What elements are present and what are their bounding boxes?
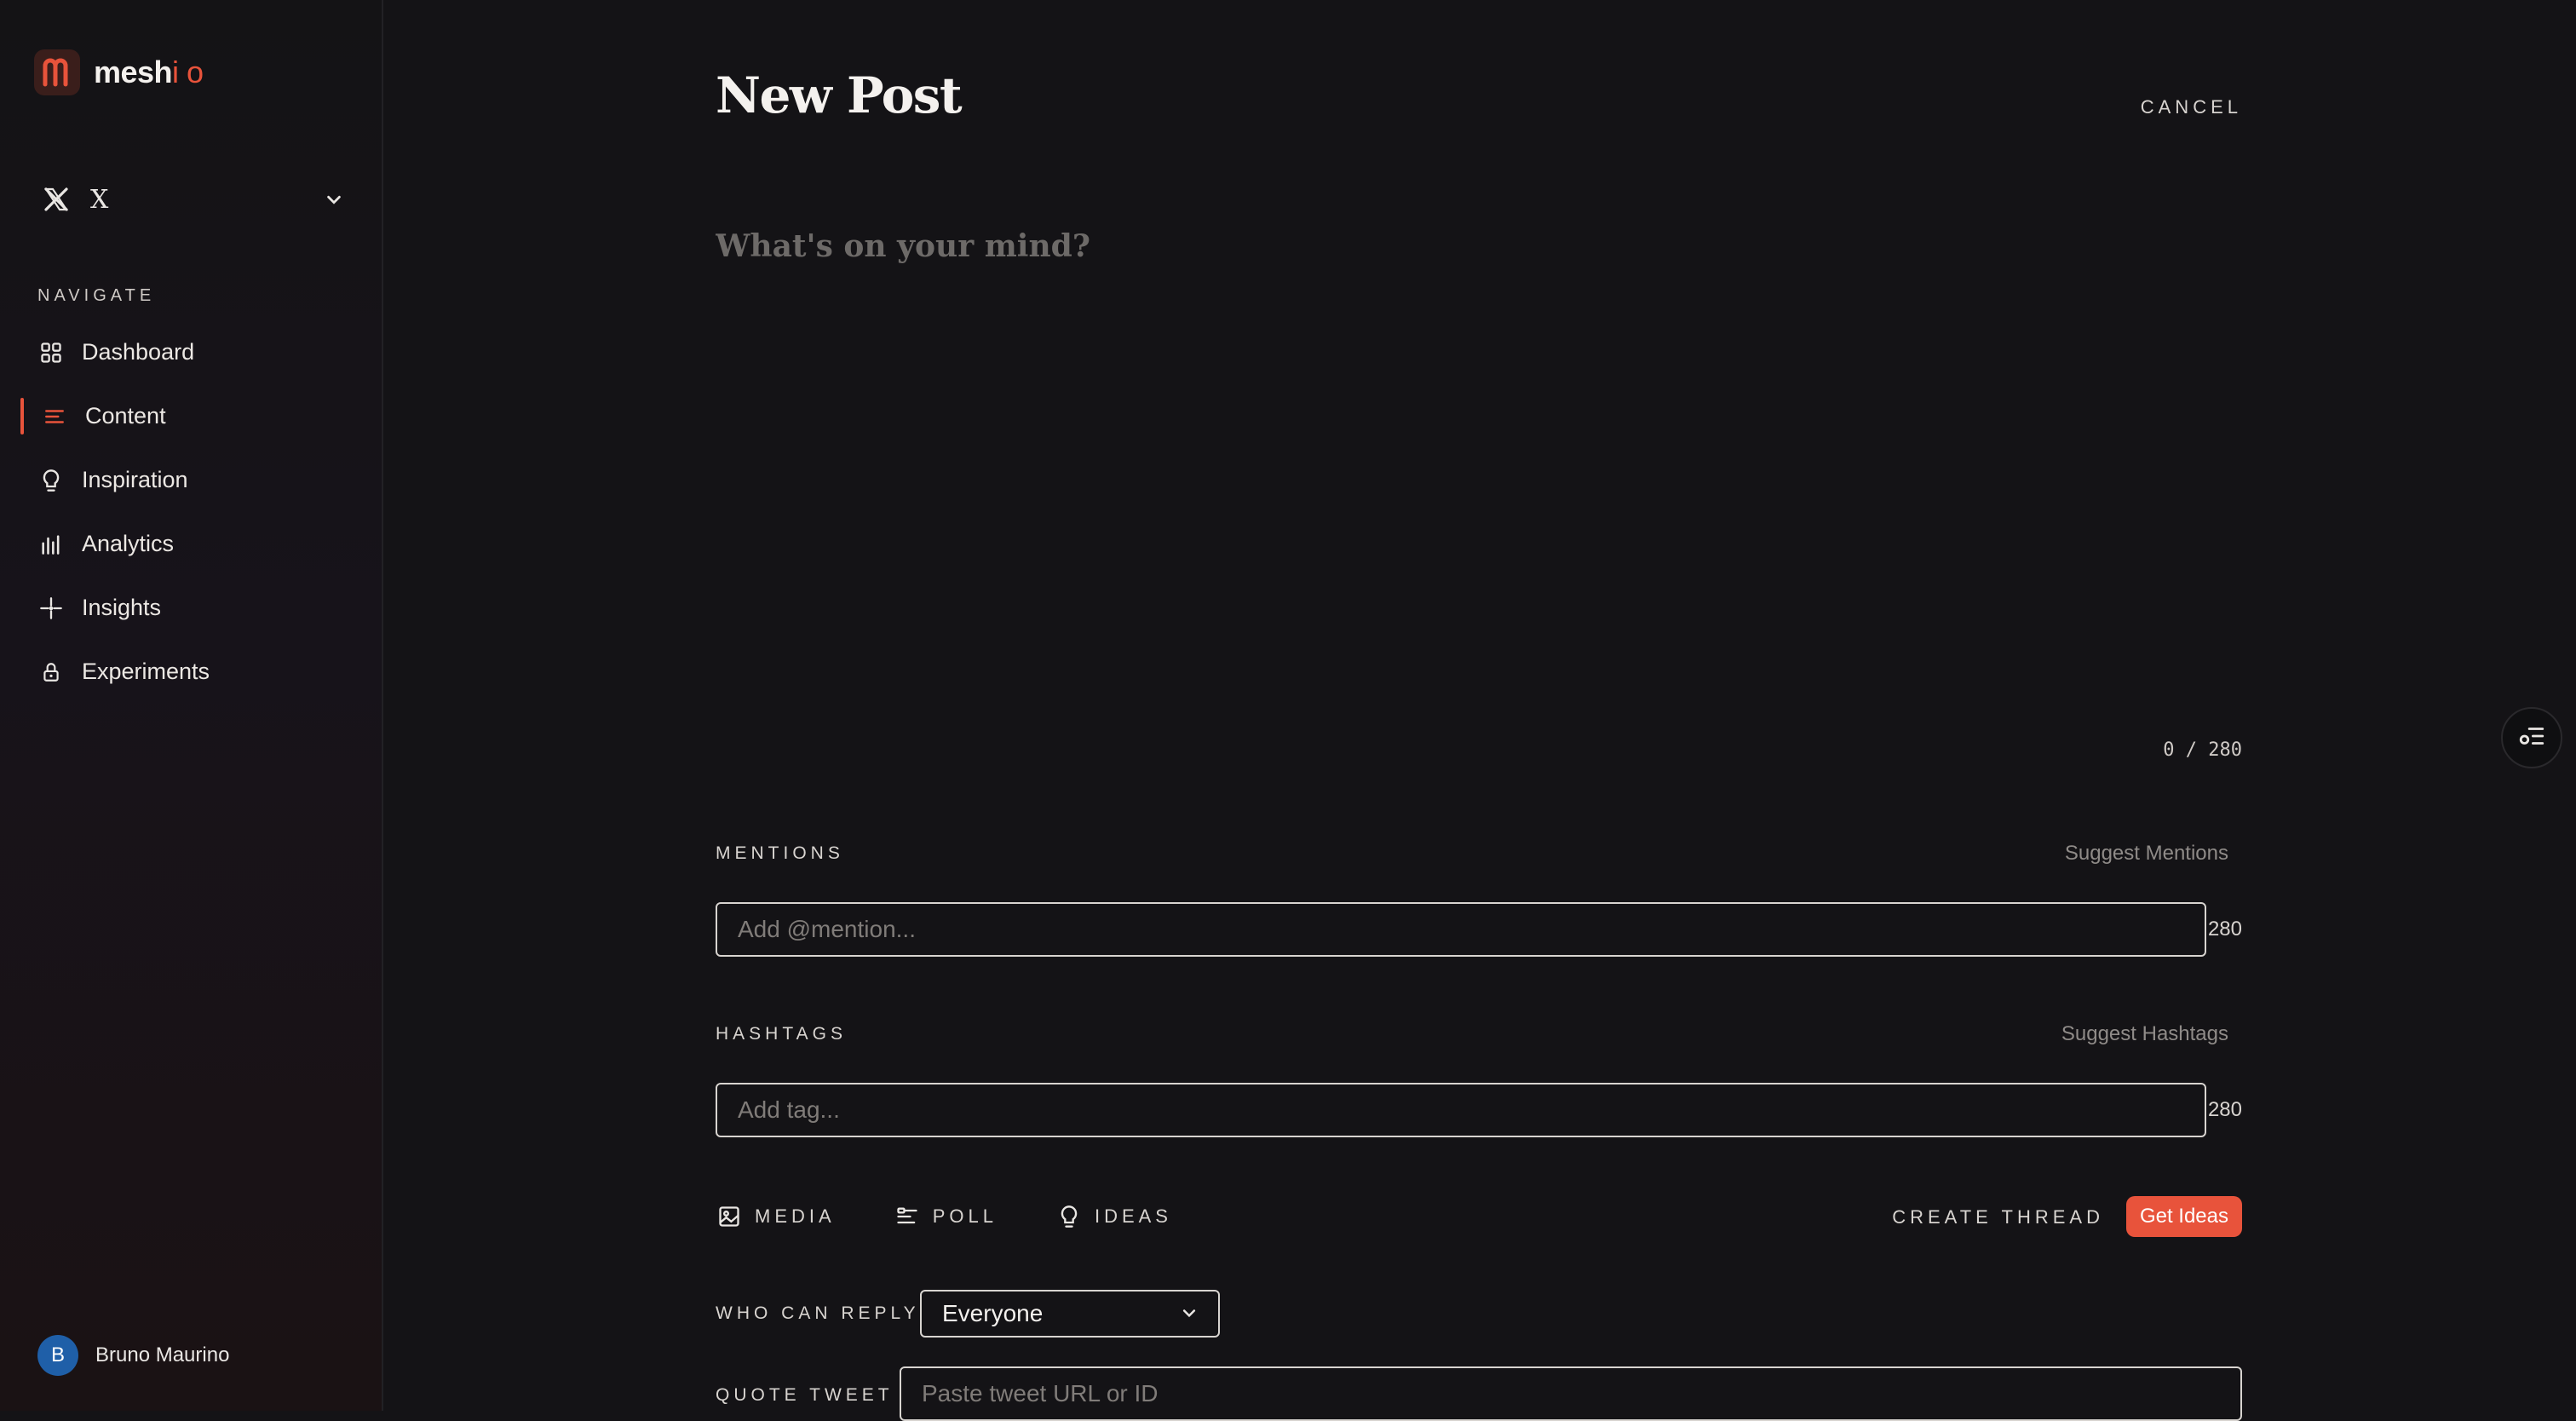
user-name: Bruno Maurino	[95, 1343, 230, 1366]
hashtags-count: 280	[2207, 1098, 2242, 1121]
image-icon	[716, 1203, 743, 1230]
meshio-logo-icon	[34, 49, 80, 95]
grid-icon	[37, 339, 65, 366]
who-can-reply-select[interactable]: Everyone	[920, 1290, 1220, 1338]
quote-tweet-label: QUOTE TWEET	[716, 1385, 894, 1405]
sidebar-item-inspiration[interactable]: Inspiration	[20, 448, 361, 512]
poll-icon	[894, 1203, 921, 1230]
bar-chart-icon	[37, 531, 65, 558]
post-composer[interactable]	[716, 228, 2242, 705]
media-label: MEDIA	[755, 1205, 836, 1227]
poll-button[interactable]: POLL	[894, 1203, 998, 1230]
main-content: New Post CANCEL 0 / 280 MENTIONS Suggest…	[716, 0, 2242, 1421]
nav-heading: NAVIGATE	[37, 286, 156, 305]
sidebar: meshi o X NAVIGATE Dashboard Content Ins…	[0, 0, 383, 1411]
sidebar-item-label: Insights	[82, 595, 162, 620]
sidebar-item-dashboard[interactable]: Dashboard	[20, 320, 361, 384]
create-thread-button[interactable]: CREATE THREAD	[1892, 1206, 2104, 1228]
lock-icon	[37, 659, 65, 686]
mentions-input[interactable]	[716, 902, 2206, 957]
ideas-label: IDEAS	[1094, 1205, 1172, 1227]
brand-name-accent: i o	[172, 55, 204, 89]
chevron-down-icon[interactable]	[319, 184, 349, 215]
lightbulb-icon	[37, 467, 65, 494]
brand-name: meshi o	[94, 55, 204, 90]
avatar: B	[37, 1335, 78, 1376]
account-platform-label: X	[90, 184, 109, 215]
character-counter: 0 / 280	[2163, 739, 2242, 761]
sidebar-item-experiments[interactable]: Experiments	[20, 640, 361, 704]
cancel-button[interactable]: CANCEL	[2141, 96, 2242, 118]
hashtags-label: HASHTAGS	[716, 1024, 847, 1044]
sparkle-icon	[37, 595, 65, 622]
reply-settings: WHO CAN REPLY Everyone	[716, 1290, 1220, 1338]
sidebar-item-insights[interactable]: Insights	[20, 576, 361, 640]
suggest-mentions-button[interactable]: Suggest Mentions	[2065, 842, 2228, 866]
mentions-count: 280	[2207, 918, 2242, 941]
ideas-button[interactable]: IDEAS	[1055, 1203, 1172, 1230]
brand-name-main: mesh	[94, 55, 173, 89]
who-can-reply-value: Everyone	[942, 1300, 1044, 1326]
sidebar-item-label: Inspiration	[82, 467, 188, 492]
sidebar-item-analytics[interactable]: Analytics	[20, 512, 361, 576]
mentions-label: MENTIONS	[716, 843, 844, 863]
user-profile[interactable]: B Bruno Maurino	[37, 1335, 229, 1376]
sidebar-nav: Dashboard Content Inspiration Analytics …	[20, 320, 361, 704]
quote-tweet-input[interactable]	[900, 1366, 2242, 1421]
list-settings-icon	[2517, 722, 2546, 755]
sidebar-item-content[interactable]: Content	[20, 384, 361, 448]
page-title: New Post	[716, 66, 963, 124]
media-button[interactable]: MEDIA	[716, 1203, 836, 1230]
floating-menu-button[interactable]	[2501, 707, 2562, 768]
lines-icon	[41, 403, 68, 430]
sidebar-item-label: Content	[85, 403, 166, 429]
chevron-down-icon	[1181, 1300, 1198, 1327]
who-can-reply-label: WHO CAN REPLY	[716, 1303, 920, 1323]
lightbulb-icon	[1055, 1203, 1083, 1230]
sidebar-item-label: Dashboard	[82, 339, 195, 365]
sidebar-item-label: Analytics	[82, 531, 175, 556]
suggest-hashtags-button[interactable]: Suggest Hashtags	[2061, 1022, 2228, 1046]
sidebar-item-label: Experiments	[82, 659, 210, 684]
poll-label: POLL	[932, 1205, 998, 1227]
quote-tweet-row: QUOTE TWEET	[716, 1366, 2242, 1421]
x-logo-icon	[34, 177, 78, 221]
hashtags-input[interactable]	[716, 1083, 2206, 1137]
account-switcher[interactable]: X	[34, 170, 349, 228]
brand-logo[interactable]: meshi o	[34, 49, 204, 95]
post-toolbar: MEDIA POLL IDEAS CREATE THREAD Get Ideas	[716, 1196, 2242, 1237]
get-ideas-button[interactable]: Get Ideas	[2125, 1196, 2242, 1237]
